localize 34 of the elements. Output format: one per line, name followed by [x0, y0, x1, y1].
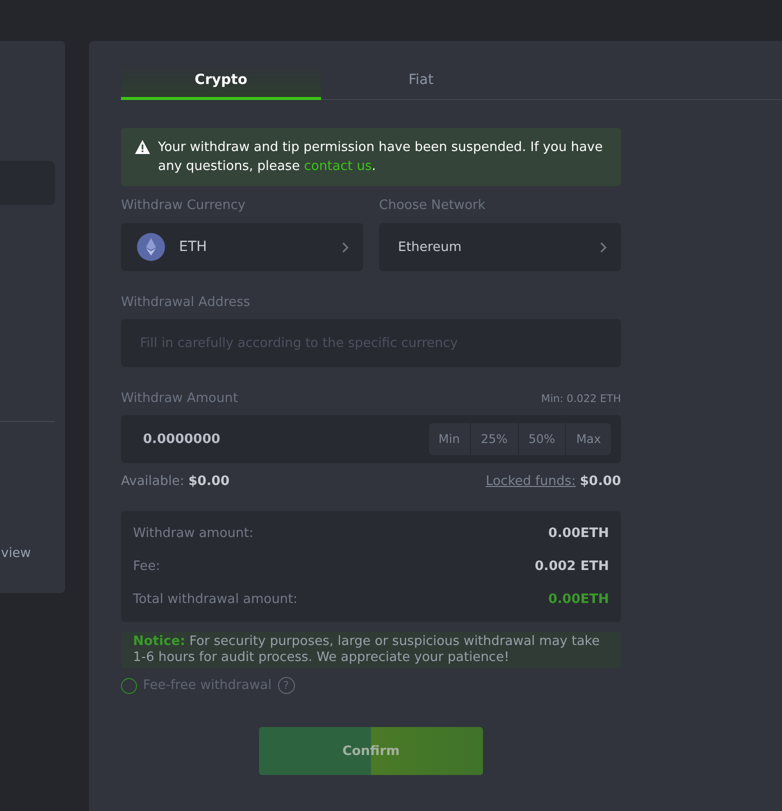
tab[interactable]: Fiat — [321, 63, 521, 100]
sidebar-link[interactable]: view — [0, 546, 31, 561]
quick-amount-button[interactable]: Min — [428, 423, 470, 455]
warning-icon — [135, 140, 150, 154]
quick-amount-button[interactable]: Max — [566, 423, 611, 455]
available-balance: Available: $0.00 — [121, 474, 230, 489]
chevron-icon — [342, 242, 349, 252]
network-select[interactable]: Ethereum — [379, 223, 621, 271]
contact-link[interactable]: contact us — [304, 159, 372, 174]
confirm-button[interactable]: Confirm — [259, 727, 483, 775]
chevron-icon — [600, 242, 607, 252]
summary-label: Fee: — [133, 559, 160, 574]
field-label: Withdrawal Address — [121, 295, 252, 310]
quick-amount-button[interactable]: 50% — [518, 423, 566, 455]
help-icon[interactable]: ? — [278, 677, 295, 694]
summary-label: Withdraw amount: — [133, 526, 254, 541]
field-label: Choose Network — [379, 198, 486, 213]
alert-message: Your withdraw and tip permission have been suspended. If you have any questions, please contact us. — [158, 139, 604, 176]
summary-value: 0.00ETH — [548, 592, 609, 607]
quick-amount-button[interactable]: 25% — [470, 423, 518, 455]
amount-field[interactable]: 0.0000000 Min 25% 50% Max — [121, 415, 621, 463]
locked-funds-link[interactable]: Locked funds: — [486, 474, 576, 489]
fee-free-label: Fee-free withdrawal — [143, 678, 272, 693]
summary-value: 0.002 ETH — [534, 559, 609, 574]
summary-value: 0.00ETH — [548, 526, 609, 541]
field-label: Withdraw Amount — [121, 391, 238, 406]
currency-select[interactable]: ETH — [121, 223, 363, 271]
radio-button[interactable] — [121, 678, 137, 694]
minimum-note: Min: 0.022 ETH — [541, 393, 621, 405]
field-label: Withdraw Currency — [121, 198, 246, 213]
ethereum-icon — [137, 233, 165, 261]
summary-label: Total withdrawal amount: — [133, 592, 298, 607]
locked-funds-value: $0.00 — [580, 474, 621, 489]
notice-message: Notice: For security purposes, large or suspicious withdrawal may take 1-6 hours for audit process. We appreciate your patience! — [121, 632, 621, 668]
